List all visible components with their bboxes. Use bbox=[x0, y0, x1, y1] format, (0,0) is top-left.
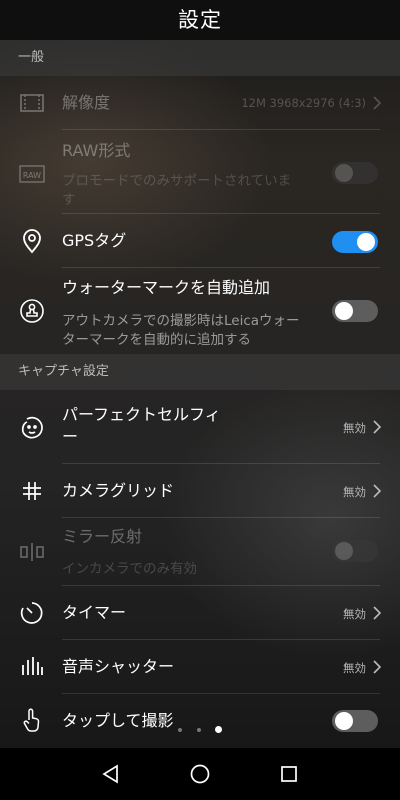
raw-icon: RAW bbox=[18, 160, 46, 188]
chevron-right-icon bbox=[372, 483, 382, 499]
audio-bars-icon bbox=[18, 653, 46, 681]
chevron-right-icon bbox=[372, 95, 382, 111]
watermark-description-line1: アウトカメラでの撮影時はLeicaウォー bbox=[62, 313, 300, 329]
raw-description-line2: す bbox=[62, 192, 76, 208]
navigation-bar bbox=[0, 748, 400, 800]
setting-gps-tag[interactable]: GPSタグ bbox=[0, 214, 400, 268]
perfect-selfie-label-line1: パーフェクトセルフィ bbox=[62, 405, 221, 424]
gps-label: GPSタグ bbox=[62, 231, 127, 250]
svg-text:RAW: RAW bbox=[23, 171, 41, 180]
mirror-icon bbox=[18, 538, 46, 566]
tap-to-capture-label: タップして撮影 bbox=[62, 711, 174, 730]
resolution-value: 12M 3968x2976 (4:3) bbox=[241, 96, 366, 110]
camera-grid-label: カメラグリッド bbox=[62, 481, 175, 500]
timer-icon bbox=[18, 599, 46, 627]
raw-label: RAW形式 bbox=[62, 141, 131, 160]
audio-shutter-label: 音声シャッター bbox=[62, 657, 175, 676]
perfect-selfie-label-line2: ー bbox=[62, 427, 79, 446]
setting-timer[interactable]: タイマー 無効 bbox=[0, 586, 400, 640]
mirror-description: インカメラでのみ有効 bbox=[62, 561, 197, 577]
setting-watermark[interactable]: ウォーターマークを自動追加 アウトカメラでの撮影時はLeicaウォー ターマーク… bbox=[0, 268, 400, 354]
timer-label: タイマー bbox=[62, 603, 127, 622]
chevron-right-icon bbox=[372, 605, 382, 621]
page-indicator bbox=[170, 726, 230, 734]
face-icon bbox=[18, 414, 46, 442]
setting-mirror-reflection[interactable]: ミラー反射 インカメラでのみ有効 bbox=[0, 518, 400, 586]
setting-raw-format[interactable]: RAW RAW形式 プロモードでのみサポートされていま す bbox=[0, 130, 400, 214]
watermark-label: ウォーターマークを自動追加 bbox=[62, 278, 271, 297]
location-pin-icon bbox=[18, 227, 46, 255]
page-dot-active bbox=[215, 726, 222, 733]
header-bar: 設定 bbox=[0, 0, 400, 40]
stamp-icon bbox=[18, 297, 46, 325]
camera-grid-value: 無効 bbox=[343, 485, 366, 499]
mirror-toggle[interactable] bbox=[332, 540, 378, 562]
page-title: 設定 bbox=[178, 8, 222, 32]
home-circle-icon[interactable] bbox=[186, 760, 214, 788]
raw-toggle[interactable] bbox=[332, 162, 378, 184]
setting-resolution[interactable]: 解像度 12M 3968x2976 (4:3) bbox=[0, 76, 400, 130]
audio-shutter-value: 無効 bbox=[343, 661, 366, 675]
timer-value: 無効 bbox=[343, 607, 366, 621]
page-dot bbox=[197, 728, 201, 732]
chevron-right-icon bbox=[372, 419, 382, 435]
page-dot bbox=[178, 728, 182, 732]
resolution-label: 解像度 bbox=[62, 93, 111, 112]
resolution-icon bbox=[18, 89, 46, 117]
grid-icon bbox=[18, 477, 46, 505]
setting-camera-grid[interactable]: カメラグリッド 無効 bbox=[0, 464, 400, 518]
tap-hand-icon bbox=[18, 706, 46, 734]
mirror-label: ミラー反射 bbox=[62, 527, 143, 546]
section-header-general: 一般 bbox=[0, 40, 400, 76]
section-header-capture: キャプチャ設定 bbox=[0, 354, 400, 390]
watermark-description-line2: ターマークを自動的に追加する bbox=[62, 332, 251, 348]
tap-to-capture-toggle[interactable] bbox=[332, 710, 378, 732]
back-triangle-icon[interactable] bbox=[97, 760, 125, 788]
recents-square-icon[interactable] bbox=[275, 760, 303, 788]
chevron-right-icon bbox=[372, 659, 382, 675]
gps-toggle[interactable] bbox=[332, 231, 378, 253]
setting-tap-to-capture[interactable]: タップして撮影 bbox=[0, 694, 400, 748]
setting-perfect-selfie[interactable]: パーフェクトセルフィ ー 無効 bbox=[0, 390, 400, 464]
raw-description-line1: プロモードでのみサポートされていま bbox=[62, 173, 292, 189]
perfect-selfie-value: 無効 bbox=[343, 421, 366, 435]
watermark-toggle[interactable] bbox=[332, 300, 378, 322]
setting-audio-shutter[interactable]: 音声シャッター 無効 bbox=[0, 640, 400, 694]
